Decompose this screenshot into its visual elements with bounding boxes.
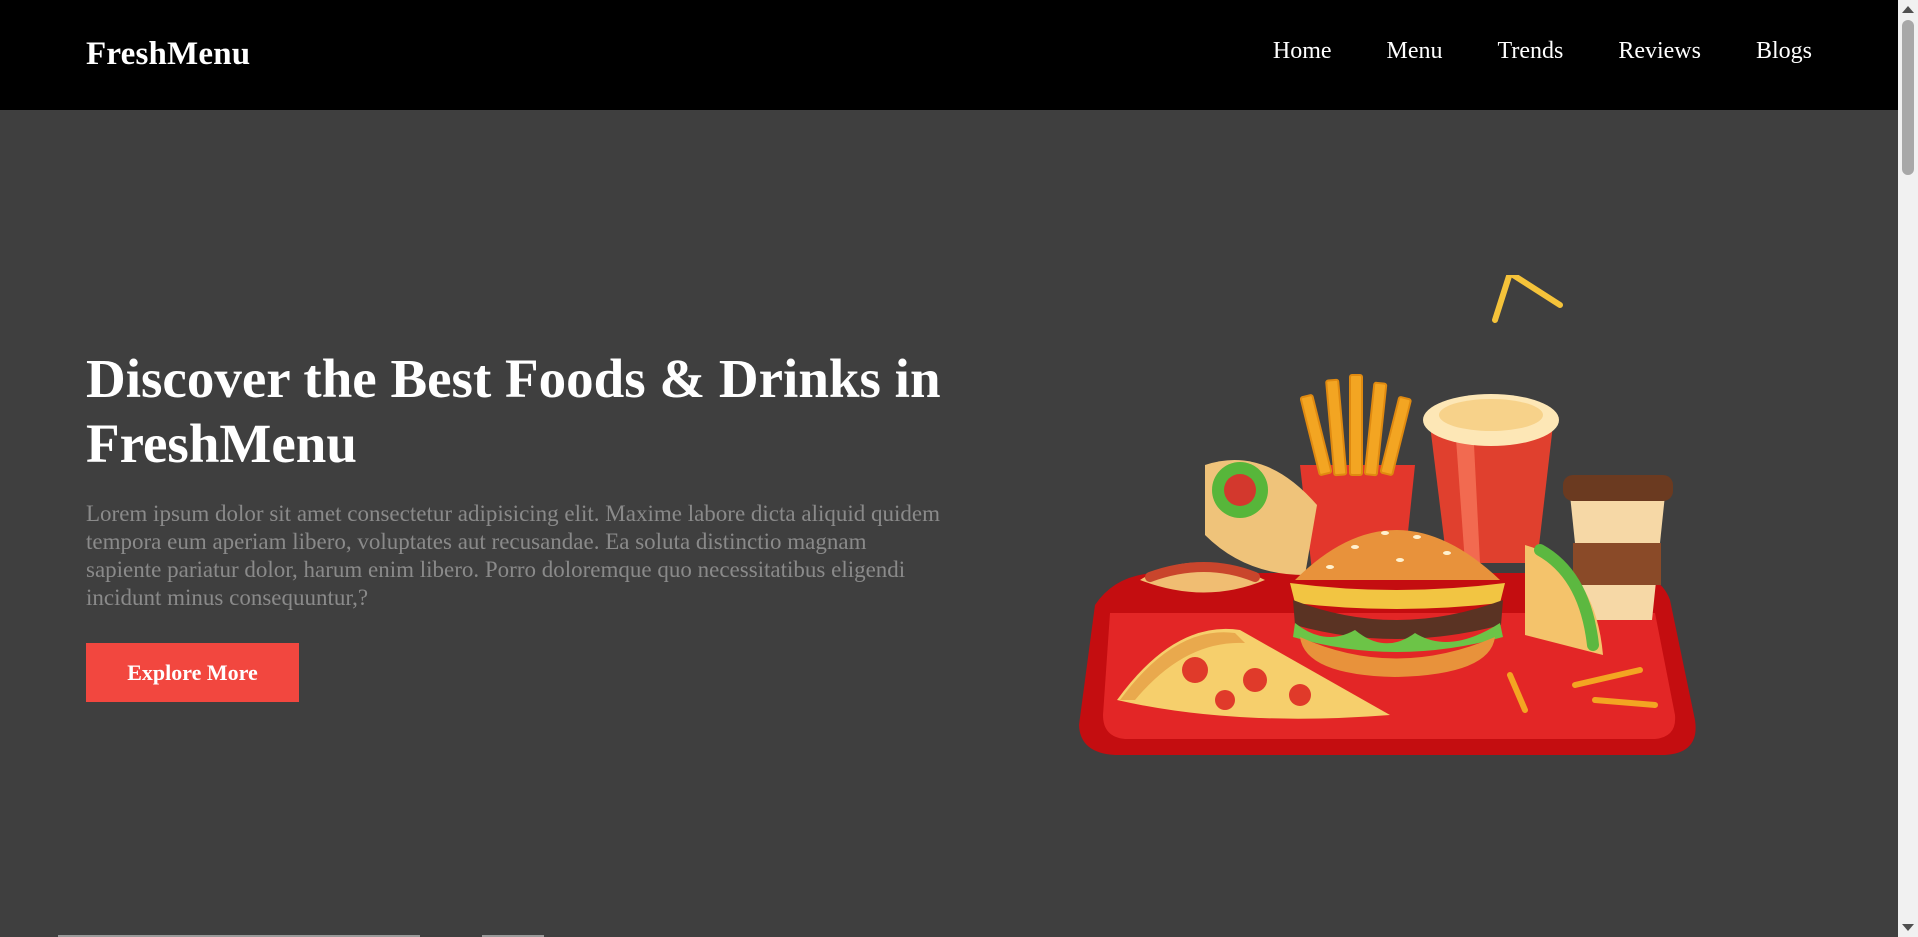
straw: [1492, 275, 1563, 323]
explore-more-button[interactable]: Explore More: [86, 643, 299, 702]
nav-link-trends[interactable]: Trends: [1498, 38, 1564, 65]
nav-link-home[interactable]: Home: [1273, 38, 1332, 65]
food-tray-illustration: [1079, 275, 1696, 755]
nav-link-blogs[interactable]: Blogs: [1756, 38, 1812, 65]
nav-link-menu[interactable]: Menu: [1387, 38, 1443, 65]
nav-link-reviews[interactable]: Reviews: [1618, 38, 1701, 65]
scrollbar-thumb[interactable]: [1902, 20, 1914, 175]
brand-logo[interactable]: FreshMenu: [86, 36, 250, 73]
nav-links: Home Menu Trends Reviews Blogs: [1273, 38, 1812, 65]
navbar: FreshMenu Home Menu Trends Reviews Blogs: [0, 0, 1898, 110]
hero-title: Discover the Best Foods & Drinks in Fres…: [86, 348, 941, 474]
scroll-down-arrow-icon[interactable]: [1902, 924, 1914, 931]
hero-description: Lorem ipsum dolor sit amet consectetur a…: [86, 501, 940, 610]
vertical-scrollbar[interactable]: [1898, 0, 1918, 937]
scroll-up-arrow-icon[interactable]: [1902, 6, 1914, 13]
